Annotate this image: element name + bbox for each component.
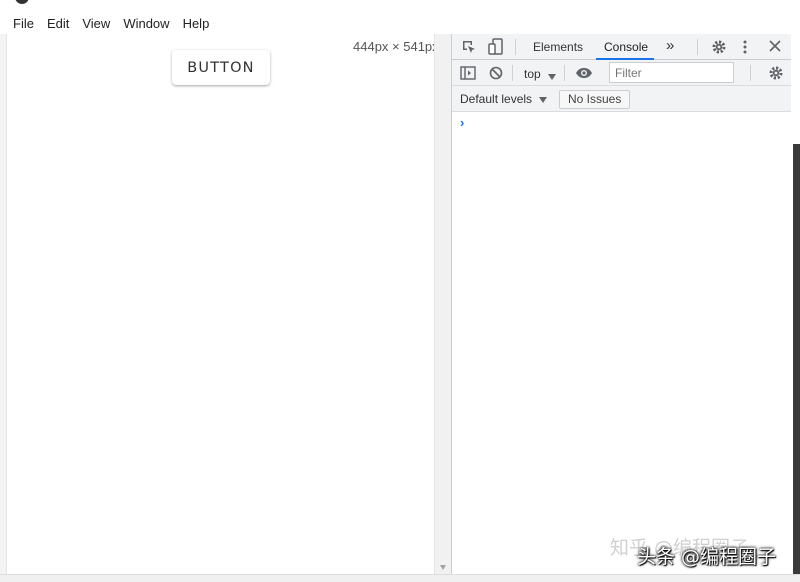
default-levels-label: Default levels: [460, 92, 533, 106]
toolbar-divider: [750, 65, 751, 81]
inspect-element-icon[interactable]: [461, 39, 477, 57]
close-devtools-icon[interactable]: [768, 39, 782, 55]
no-issues-button[interactable]: No Issues: [559, 90, 631, 109]
live-expression-eye-icon[interactable]: [575, 67, 593, 81]
menu-bar: File Edit View Window Help: [0, 12, 800, 34]
kebab-menu-icon[interactable]: [742, 39, 748, 57]
console-prompt-caret: ›: [460, 115, 465, 130]
sidebar-toggle-icon[interactable]: [460, 66, 476, 82]
more-tabs-button[interactable]: »: [666, 37, 674, 54]
menu-view[interactable]: View: [82, 16, 110, 31]
viewport-scrollbar[interactable]: [434, 34, 451, 574]
toolbar-divider: [512, 65, 513, 81]
menu-edit[interactable]: Edit: [47, 16, 69, 31]
menu-file[interactable]: File: [13, 16, 34, 31]
menu-help[interactable]: Help: [183, 16, 210, 31]
log-level-bar: Default levels No Issues: [452, 86, 792, 112]
console-settings-gear-icon[interactable]: [768, 65, 784, 83]
window-right-edge: [791, 34, 800, 582]
background-window-edge: [793, 144, 800, 582]
tab-elements[interactable]: Elements: [533, 40, 583, 54]
levels-dropdown-arrow-icon: [539, 97, 548, 103]
toolbar-divider: [515, 39, 516, 55]
device-toolbar-icon[interactable]: [488, 38, 504, 58]
default-levels-dropdown[interactable]: Default levels: [460, 92, 548, 106]
window-bottom-edge: [0, 574, 800, 582]
context-selector[interactable]: top: [524, 67, 541, 81]
minimize-button[interactable]: –: [716, 0, 724, 2]
title-bar: wnr-lot-device-wnr-check – ✕: [0, 0, 800, 6]
page-button[interactable]: BUTTON: [172, 50, 270, 85]
menu-window[interactable]: Window: [123, 16, 169, 31]
window-left-edge: [0, 34, 7, 582]
devtools-panel: Elements Console » top Filter Default le…: [451, 34, 792, 574]
close-window-button[interactable]: ✕: [762, 0, 774, 3]
page-viewport: BUTTON: [7, 34, 434, 574]
toolbar-divider: [564, 65, 565, 81]
console-output[interactable]: ›: [452, 112, 792, 574]
scroll-down-arrow-icon[interactable]: [440, 565, 446, 570]
devtools-tab-bar: Elements Console »: [452, 34, 792, 60]
watermark-bold: 头条 @编程圈子: [637, 546, 777, 568]
console-filter-input[interactable]: [609, 62, 734, 83]
window-title: wnr-lot-device-wnr-check: [36, 0, 169, 2]
app-icon: [15, 0, 29, 4]
app-window: wnr-lot-device-wnr-check – ✕ File Edit V…: [0, 0, 800, 582]
viewport-size-readout: 444px × 541px: [353, 39, 439, 54]
tab-console[interactable]: Console: [604, 40, 648, 54]
toolbar-divider: [697, 39, 698, 55]
settings-gear-icon[interactable]: [711, 39, 727, 57]
console-toolbar: top: [452, 60, 792, 86]
clear-console-icon[interactable]: [489, 66, 503, 82]
dropdown-arrow-icon[interactable]: [548, 68, 556, 82]
